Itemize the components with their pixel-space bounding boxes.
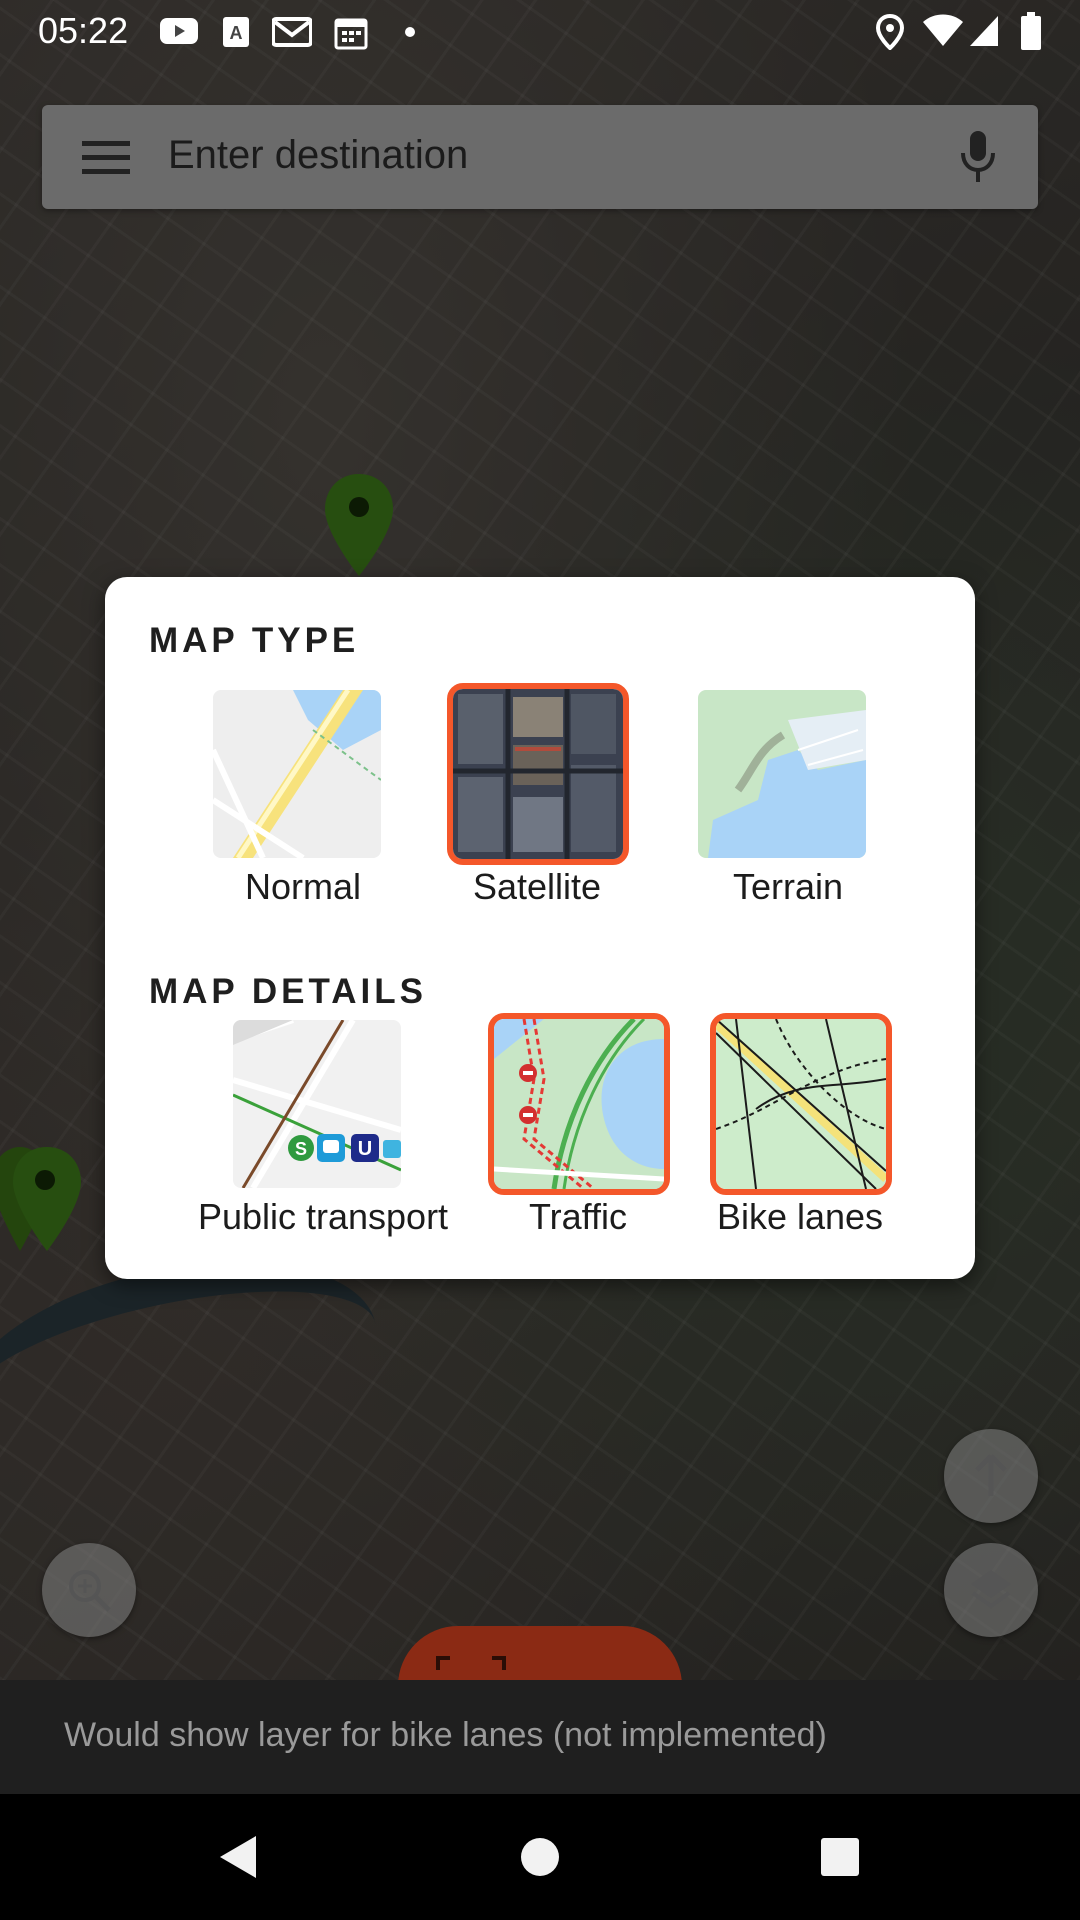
svg-text:S: S [295,1139,307,1159]
terrain-map-thumbnail[interactable] [698,690,866,858]
public-transport-thumbnail[interactable]: S U [233,1020,401,1188]
map-layers-dialog: MAP TYPE Normal Satellite Terrain MAP DE… [105,577,975,1279]
wifi-icon [922,14,964,53]
svg-text:A: A [230,23,243,43]
battery-icon [1020,12,1042,55]
font-app-icon: A [222,16,250,53]
signal-icon [968,14,1000,53]
map-type-title: MAP TYPE [149,621,360,660]
microphone-icon[interactable] [958,131,998,188]
map-type-terrain-label: Terrain [732,866,844,907]
map-details-title: MAP DETAILS [149,972,427,1011]
search-input[interactable]: Enter destination [168,133,468,178]
traffic-thumbnail[interactable] [488,1013,670,1195]
snackbar-message: Would show layer for bike lanes (not imp… [64,1716,827,1754]
back-icon[interactable] [214,1832,264,1887]
bike-lanes-thumbnail[interactable] [710,1013,892,1195]
layers-button[interactable] [944,1543,1038,1637]
calendar-icon [334,16,368,55]
zoom-button[interactable] [42,1543,136,1637]
compass-north-button[interactable] [944,1429,1038,1523]
snackbar: Would show layer for bike lanes (not imp… [0,1680,1080,1794]
satellite-map-thumbnail[interactable] [447,683,629,865]
location-icon [875,13,905,55]
status-bar: 05:22 A [0,0,1080,64]
navigation-bar [0,1794,1080,1920]
status-time: 05:22 [38,10,129,51]
youtube-icon [160,16,198,51]
hamburger-menu-icon[interactable] [82,141,132,180]
svg-text:U: U [358,1138,372,1160]
gmail-icon [271,16,313,53]
home-icon[interactable] [515,1832,565,1887]
dot-icon [404,25,416,43]
normal-map-thumbnail[interactable] [213,690,381,858]
search-bar[interactable]: Enter destination [42,105,1038,209]
recents-icon[interactable] [815,1832,865,1887]
map-detail-bike-lanes-label: Bike lanes [716,1196,884,1237]
